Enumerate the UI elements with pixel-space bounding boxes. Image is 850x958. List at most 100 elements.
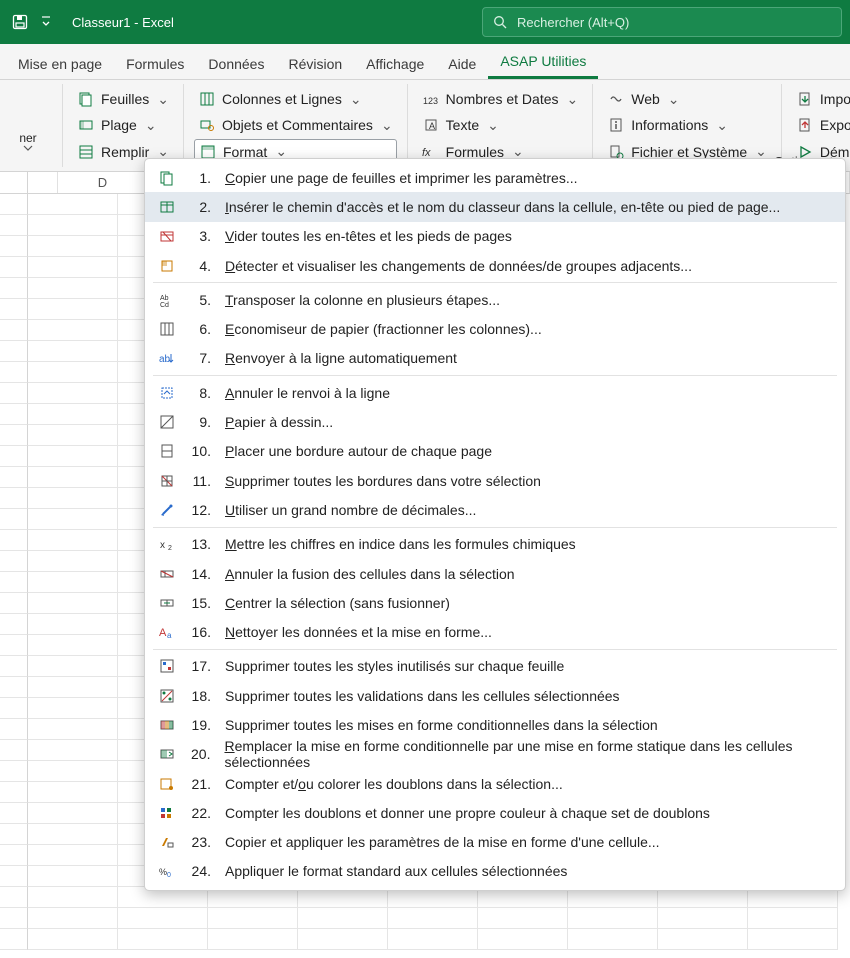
- menu-item-14[interactable]: 14.Annuler la fusion des cellules dans l…: [145, 559, 845, 588]
- cell[interactable]: [298, 908, 388, 929]
- row-header[interactable]: [0, 404, 28, 425]
- row-header[interactable]: [0, 530, 28, 551]
- menu-item-15[interactable]: 15.Centrer la sélection (sans fusionner): [145, 588, 845, 617]
- cell[interactable]: [28, 215, 118, 236]
- tab-mise-en-page[interactable]: Mise en page: [6, 48, 114, 79]
- cell[interactable]: [28, 866, 118, 887]
- row-header[interactable]: [0, 194, 28, 215]
- cell[interactable]: [28, 782, 118, 803]
- menu-item-2[interactable]: 2.Insérer le chemin d'accès et le nom du…: [145, 192, 845, 221]
- cell[interactable]: [28, 551, 118, 572]
- cell[interactable]: [388, 908, 478, 929]
- cell[interactable]: [28, 572, 118, 593]
- menu-item-24[interactable]: %024.Appliquer le format standard aux ce…: [145, 857, 845, 886]
- row-header[interactable]: [0, 740, 28, 761]
- cell[interactable]: [28, 740, 118, 761]
- cell[interactable]: [28, 488, 118, 509]
- cell[interactable]: [28, 362, 118, 383]
- tab-formules[interactable]: Formules: [114, 48, 196, 79]
- cell[interactable]: [28, 929, 118, 950]
- search-input[interactable]: [517, 15, 831, 30]
- cell[interactable]: [28, 803, 118, 824]
- ribbon-texte[interactable]: ATexte⌄: [418, 112, 583, 138]
- cell[interactable]: [28, 656, 118, 677]
- ribbon-web[interactable]: Web⌄: [603, 86, 771, 112]
- cell[interactable]: [658, 908, 748, 929]
- row-header[interactable]: [0, 719, 28, 740]
- row-header[interactable]: [0, 341, 28, 362]
- ribbon-truncated-big-button[interactable]: ner: [4, 86, 52, 165]
- row-header[interactable]: [0, 593, 28, 614]
- menu-item-8[interactable]: 8.Annuler le renvoi à la ligne: [145, 378, 845, 407]
- cell[interactable]: [28, 824, 118, 845]
- row-header[interactable]: [0, 803, 28, 824]
- cell[interactable]: [28, 404, 118, 425]
- cell[interactable]: [28, 341, 118, 362]
- menu-item-18[interactable]: 18.Supprimer toutes les validations dans…: [145, 681, 845, 710]
- menu-item-1[interactable]: 1.Copier une page de feuilles et imprime…: [145, 163, 845, 192]
- menu-item-11[interactable]: 11.Supprimer toutes les bordures dans vo…: [145, 466, 845, 495]
- row-header[interactable]: [0, 467, 28, 488]
- menu-item-5[interactable]: AbCd5.Transposer la colonne en plusieurs…: [145, 285, 845, 314]
- cell[interactable]: [658, 929, 748, 950]
- cell[interactable]: [118, 929, 208, 950]
- ribbon-nombres-dates[interactable]: 123Nombres et Dates⌄: [418, 86, 583, 112]
- row-header[interactable]: [0, 488, 28, 509]
- cell[interactable]: [28, 845, 118, 866]
- row-header[interactable]: [0, 614, 28, 635]
- cell[interactable]: [28, 719, 118, 740]
- qat-more-icon[interactable]: [36, 15, 56, 29]
- cell[interactable]: [388, 929, 478, 950]
- tab-donnees[interactable]: Données: [196, 48, 276, 79]
- menu-item-20[interactable]: 20.Remplacer la mise en forme conditionn…: [145, 740, 845, 769]
- menu-item-13[interactable]: x213.Mettre les chiffres en indice dans …: [145, 530, 845, 559]
- cell[interactable]: [28, 614, 118, 635]
- tab-affichage[interactable]: Affichage: [354, 48, 436, 79]
- cell[interactable]: [28, 236, 118, 257]
- menu-item-17[interactable]: 17.Supprimer toutes les styles inutilisé…: [145, 652, 845, 681]
- cell[interactable]: [28, 887, 118, 908]
- row-header[interactable]: [0, 824, 28, 845]
- cell[interactable]: [28, 761, 118, 782]
- menu-item-7[interactable]: ab7.Renvoyer à la ligne automatiquement: [145, 344, 845, 373]
- search-box[interactable]: [482, 7, 842, 37]
- tab-revision[interactable]: Révision: [276, 48, 354, 79]
- ribbon-informations[interactable]: Informations⌄: [603, 112, 771, 138]
- menu-item-19[interactable]: 19.Supprimer toutes les mises en forme c…: [145, 710, 845, 739]
- save-icon[interactable]: [8, 10, 32, 34]
- menu-item-6[interactable]: 6.Economiseur de papier (fractionner les…: [145, 314, 845, 343]
- cell[interactable]: [28, 530, 118, 551]
- menu-item-3[interactable]: 3.Vider toutes les en-têtes et les pieds…: [145, 222, 845, 251]
- menu-item-12[interactable]: 12.Utiliser un grand nombre de décimales…: [145, 495, 845, 524]
- cell[interactable]: [28, 593, 118, 614]
- cell[interactable]: [28, 446, 118, 467]
- cell[interactable]: [208, 908, 298, 929]
- cell[interactable]: [118, 908, 208, 929]
- selectall-corner[interactable]: [0, 172, 28, 193]
- row-header[interactable]: [0, 635, 28, 656]
- row-header[interactable]: [0, 383, 28, 404]
- cell[interactable]: [28, 698, 118, 719]
- row-header[interactable]: [0, 866, 28, 887]
- col-header-trunc[interactable]: [28, 172, 58, 193]
- cell[interactable]: [568, 929, 658, 950]
- menu-item-9[interactable]: 9.Papier à dessin...: [145, 407, 845, 436]
- cell[interactable]: [748, 908, 838, 929]
- row-header[interactable]: [0, 446, 28, 467]
- menu-item-10[interactable]: 10.Placer une bordure autour de chaque p…: [145, 437, 845, 466]
- cell[interactable]: [28, 194, 118, 215]
- tab-asap-utilities[interactable]: ASAP Utilities: [488, 45, 598, 79]
- row-header[interactable]: [0, 278, 28, 299]
- cell[interactable]: [28, 299, 118, 320]
- row-header[interactable]: [0, 572, 28, 593]
- cell[interactable]: [28, 257, 118, 278]
- row-header[interactable]: [0, 320, 28, 341]
- menu-item-21[interactable]: 21.Compter et/ou colorer les doublons da…: [145, 769, 845, 798]
- cell[interactable]: [568, 908, 658, 929]
- cell[interactable]: [208, 929, 298, 950]
- row-header[interactable]: [0, 425, 28, 446]
- row-header[interactable]: [0, 257, 28, 278]
- row-header[interactable]: [0, 845, 28, 866]
- row-header[interactable]: [0, 656, 28, 677]
- cell[interactable]: [28, 509, 118, 530]
